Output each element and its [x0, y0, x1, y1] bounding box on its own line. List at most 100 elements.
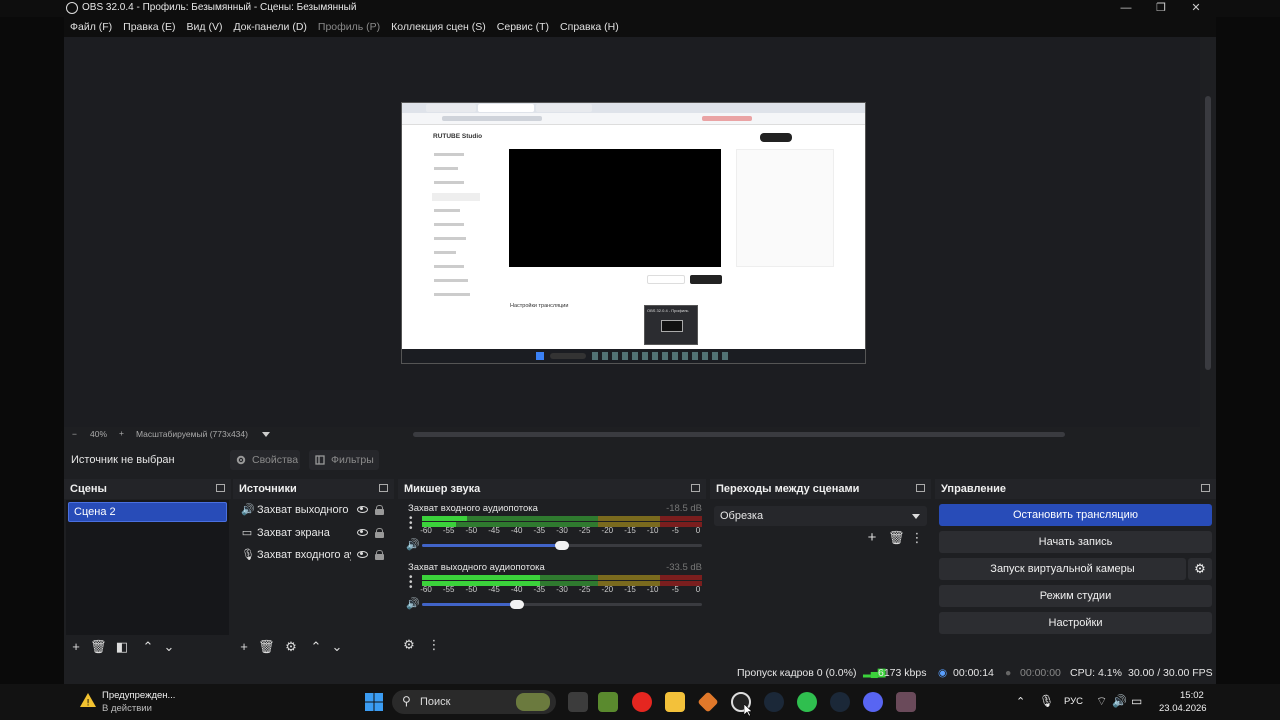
zoom-in-button[interactable]: + [119, 428, 124, 438]
virtual-camera-button[interactable]: Запуск виртуальной камеры [939, 558, 1186, 580]
popout-icon[interactable] [216, 484, 225, 492]
more-options-icon[interactable]: ⋮ [427, 638, 441, 652]
move-up-icon[interactable]: ⌃ [309, 640, 323, 654]
utorrent-icon[interactable] [797, 692, 817, 712]
volume-icon[interactable]: 🔊 [1112, 694, 1127, 708]
source-toolbar: Источник не выбран Свойства Фильтры [64, 446, 1216, 474]
move-down-icon[interactable]: ⌄ [162, 640, 176, 654]
speaker-icon[interactable]: 🔊 [406, 598, 420, 610]
scene-item[interactable]: Сцена 2 [68, 502, 227, 522]
chevron-up-icon[interactable]: ⌃ [1016, 695, 1025, 708]
preview-canvas[interactable]: RUTUBE Studio Настройки трансляции OBS 3… [401, 102, 866, 364]
slider-knob[interactable] [555, 541, 569, 550]
microphone-icon: 🎙 [241, 549, 255, 561]
source-item[interactable]: ▭ Захват экрана [239, 523, 384, 545]
chevron-down-icon[interactable] [262, 432, 270, 437]
trash-icon[interactable]: 🗑 [90, 640, 107, 654]
eye-icon[interactable] [357, 529, 368, 536]
popout-icon[interactable] [916, 484, 925, 492]
lock-icon[interactable] [375, 528, 384, 538]
task-view-icon[interactable] [568, 692, 588, 712]
menu-edit[interactable]: Правка (E) [123, 17, 175, 37]
taskbar-search[interactable]: ⚲ Поиск [392, 690, 556, 714]
add-source-icon[interactable]: + [237, 640, 251, 654]
db-tick-label: 0 [695, 526, 701, 535]
discord-icon[interactable] [863, 692, 883, 712]
yandex-browser-icon[interactable] [632, 692, 652, 712]
transition-select[interactable]: Обрезка [714, 506, 927, 526]
popout-icon[interactable] [691, 484, 700, 492]
source-item[interactable]: 🔊 Захват выходного аудиопотока [239, 500, 384, 522]
microphone-icon[interactable]: 🎙 [1039, 694, 1054, 708]
notification-title[interactable]: Предупрежден... [102, 690, 175, 701]
add-scene-icon[interactable]: + [69, 640, 83, 654]
volume-slider[interactable] [422, 600, 702, 609]
trash-icon[interactable]: 🗑 [258, 640, 275, 654]
advanced-audio-icon[interactable]: ⚙ [402, 638, 416, 652]
clock-time[interactable]: 15:02 [1180, 690, 1204, 701]
stream-player [509, 149, 721, 267]
wifi-icon[interactable]: ⌔ [1096, 694, 1107, 709]
add-transition-icon[interactable]: + [865, 530, 879, 545]
properties-button[interactable]: Свойства [230, 450, 300, 470]
app-diamond-icon[interactable] [697, 691, 719, 713]
source-item[interactable]: 🎙 Захват входного аудиопотока [239, 545, 384, 567]
eye-icon[interactable] [357, 506, 368, 513]
eye-icon[interactable] [357, 551, 368, 558]
menu-file[interactable]: Файл (F) [70, 17, 112, 37]
preview-vertical-scrollbar[interactable] [1205, 96, 1211, 370]
studio-mode-button[interactable]: Режим студии [939, 585, 1212, 607]
steam-icon-2[interactable] [830, 692, 850, 712]
volume-slider[interactable] [422, 541, 702, 550]
file-explorer-icon[interactable] [665, 692, 685, 712]
steam-icon[interactable] [764, 692, 784, 712]
more-options-icon[interactable]: • • • [409, 514, 413, 534]
trash-icon[interactable]: 🗑 [888, 531, 905, 545]
menu-help[interactable]: Справка (H) [560, 17, 619, 37]
preview-horizontal-scrollbar[interactable] [413, 432, 1065, 437]
clock-date[interactable]: 23.04.2026 [1159, 703, 1207, 714]
filters-button[interactable]: Фильтры [309, 450, 379, 470]
more-options-icon[interactable]: • • • [409, 573, 413, 593]
stream-settings-heading: Настройки трансляции [510, 303, 569, 309]
menu-tools[interactable]: Сервис (T) [497, 17, 549, 37]
speaker-icon[interactable]: 🔊 [406, 539, 420, 551]
battery-icon[interactable]: ▭ [1131, 694, 1142, 708]
channel-name: Захват выходного аудиопотока [408, 562, 545, 573]
maximize-button[interactable]: ❐ [1144, 0, 1178, 17]
start-record-button[interactable]: Начать запись [939, 531, 1212, 553]
db-tick-label: -40 [510, 585, 523, 594]
minimize-button[interactable]: — [1109, 0, 1143, 17]
gear-icon[interactable]: ⚙ [284, 640, 298, 654]
more-options-icon[interactable]: ⋮ [910, 531, 924, 545]
search-icon: ⚲ [402, 694, 411, 708]
slider-knob[interactable] [510, 600, 525, 609]
menu-profile[interactable]: Профиль (P) [318, 17, 380, 37]
lock-icon[interactable] [375, 505, 384, 515]
status-bar: Пропуск кадров 0 (0.0%) ▂▄▆ 6173 kbps ◉ … [64, 664, 1216, 682]
zoom-out-button[interactable]: − [72, 429, 77, 439]
warning-icon[interactable]: ! [79, 692, 97, 709]
popout-icon[interactable] [379, 484, 388, 492]
language-indicator[interactable]: РУС [1064, 696, 1083, 707]
minecraft-icon[interactable] [598, 692, 618, 712]
menu-view[interactable]: Вид (V) [187, 17, 223, 37]
stop-stream-button[interactable]: Остановить трансляцию [939, 504, 1212, 526]
settings-button[interactable]: Настройки [939, 612, 1212, 634]
menu-scene-collection[interactable]: Коллекция сцен (S) [391, 17, 486, 37]
lock-icon[interactable] [375, 550, 384, 560]
title-bar: OBS 32.0.4 - Профиль: Безымянный - Сцены… [0, 0, 1280, 17]
filter-icon [315, 455, 325, 465]
obs-popup-thumbnail: OBS 32.0.4 - Профиль [644, 305, 698, 345]
windows-start-icon[interactable] [364, 692, 384, 712]
popout-icon[interactable] [1201, 484, 1210, 492]
close-button[interactable]: ✕ [1179, 0, 1213, 17]
menu-docks[interactable]: Док-панели (D) [233, 17, 306, 37]
move-up-icon[interactable]: ⌃ [141, 640, 155, 654]
virtual-camera-settings-gear-icon[interactable]: ⚙ [1188, 558, 1212, 580]
mixer-channel: Захват входного аудиопотока -18.5 dB • • •… [404, 503, 702, 559]
scene-filters-icon[interactable]: ◧ [115, 640, 129, 654]
db-scale: -60 -55 -50 -45 -40 -35 -30 -25 -20 -15 -10 -5 0 [420, 526, 702, 536]
game-app-icon[interactable] [896, 692, 916, 712]
move-down-icon[interactable]: ⌄ [330, 640, 344, 654]
